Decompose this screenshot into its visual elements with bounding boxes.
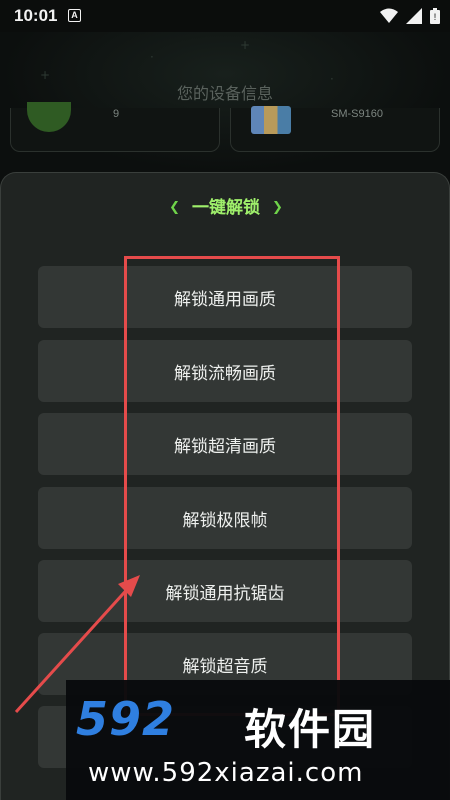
notification-badge-icon: A bbox=[68, 9, 81, 22]
status-bar: 10:01 A ! bbox=[0, 0, 450, 32]
battery-icon: ! bbox=[430, 8, 440, 24]
watermark-logo-digits: 592 bbox=[76, 692, 176, 746]
status-time: 10:01 bbox=[14, 6, 58, 25]
watermark-banner: 592 软件园 www.592xiazai.com bbox=[66, 680, 450, 800]
signal-icon bbox=[405, 8, 422, 24]
watermark-url: www.592xiazai.com bbox=[88, 758, 364, 788]
watermark-logo-text: 软件园 bbox=[244, 705, 377, 754]
wifi-icon bbox=[379, 8, 398, 23]
status-icons: ! bbox=[377, 8, 440, 27]
svg-text:!: ! bbox=[434, 12, 437, 22]
